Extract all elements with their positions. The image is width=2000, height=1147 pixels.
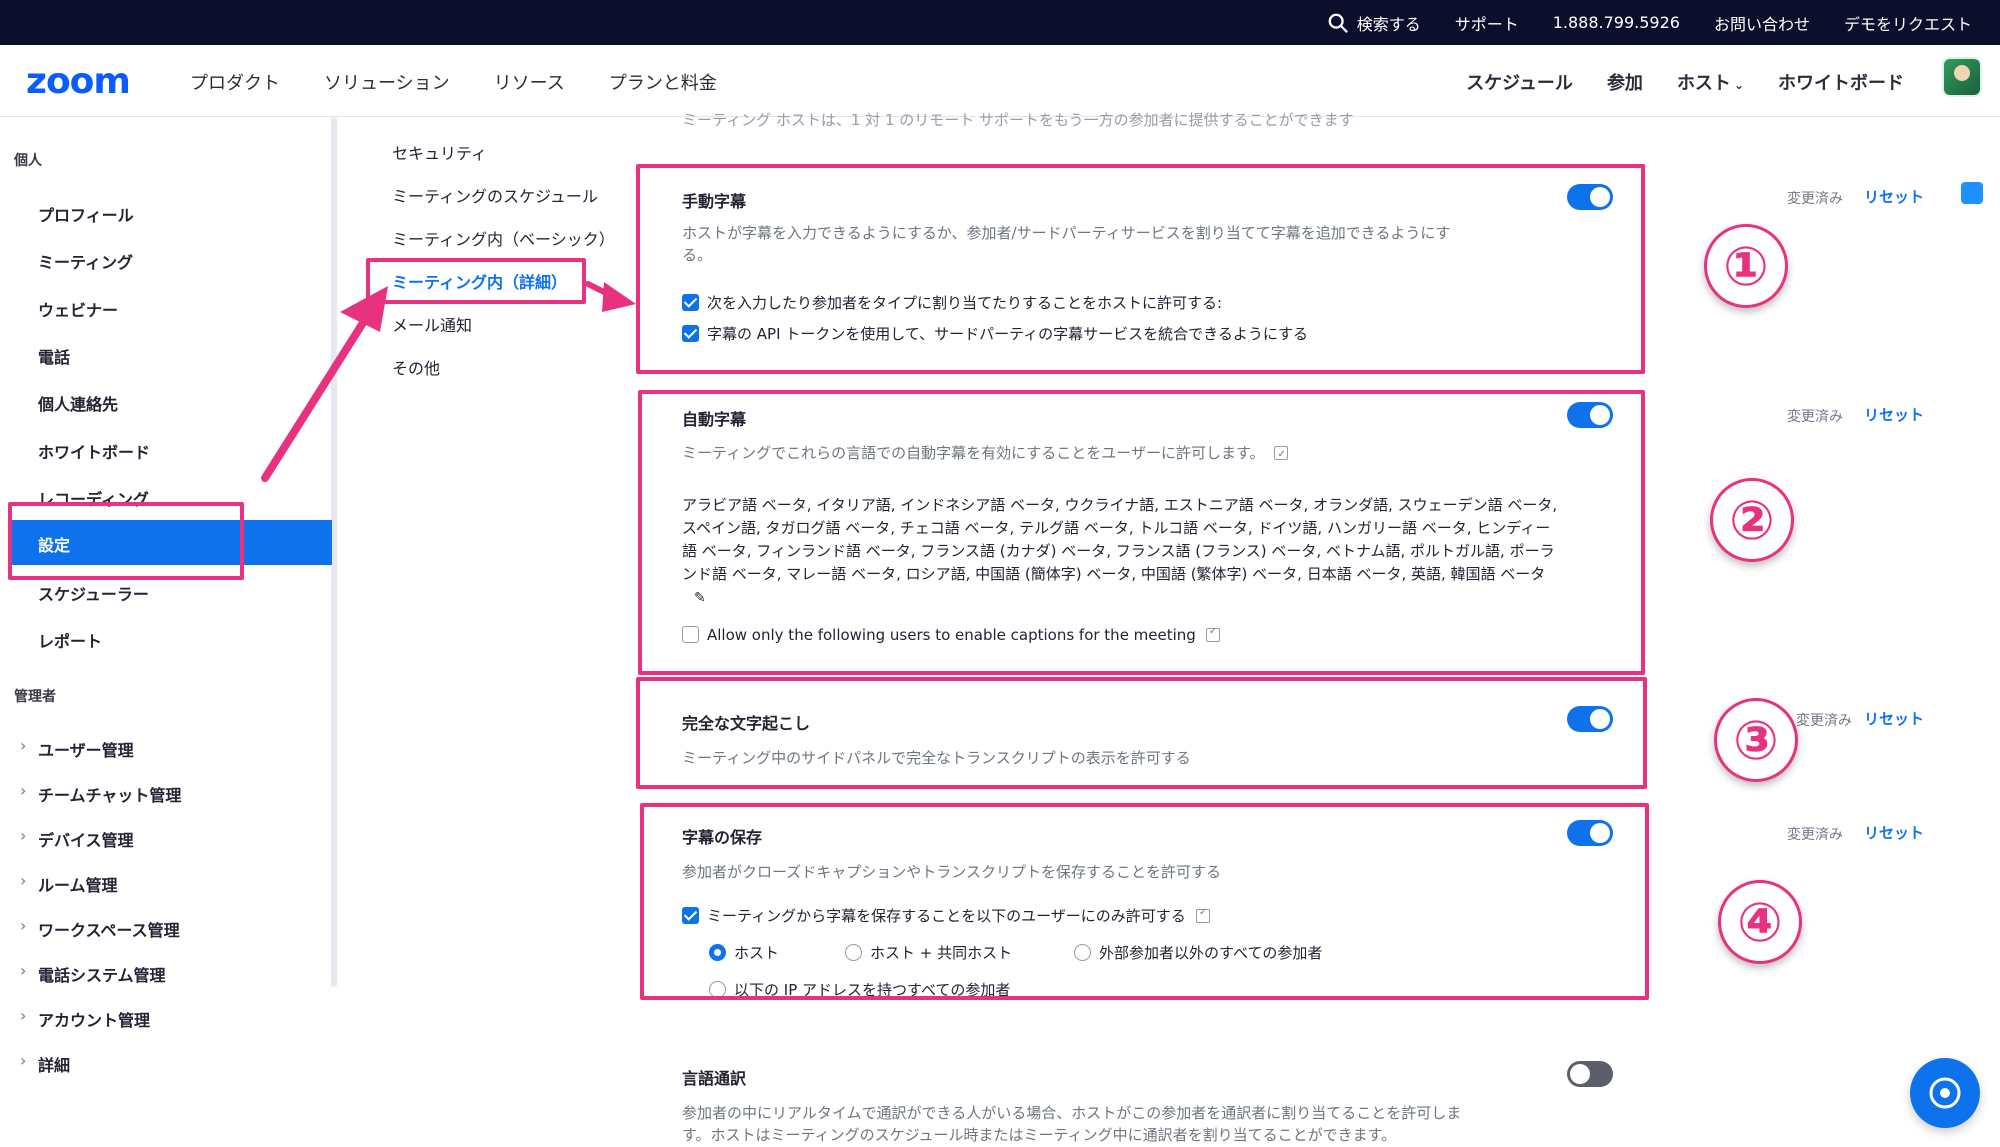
zoom-assistant-icon[interactable] xyxy=(1961,182,1983,204)
sidebar-item-scheduler[interactable]: スケジューラー xyxy=(38,581,149,605)
main-navbar: zoom プロダクト ソリューション リソース プランと料金 スケジュール 参加… xyxy=(0,45,2000,117)
highlight-box-3 xyxy=(636,677,1647,789)
annotation-1: ① xyxy=(1704,224,1788,308)
subnav-security[interactable]: セキュリティ xyxy=(392,140,652,164)
sidebar-item-user-management[interactable]: ユーザー管理 xyxy=(20,736,134,761)
reset-button[interactable]: リセット xyxy=(1864,186,1924,207)
sidebar-item-devices[interactable]: デバイス管理 xyxy=(20,826,133,851)
annotation-2: ② xyxy=(1710,478,1794,562)
setting-title: 言語通訳 xyxy=(682,1069,747,1088)
search-icon xyxy=(1328,13,1348,33)
sidebar-item-phone[interactable]: 電話 xyxy=(38,344,70,368)
sidebar-item-rooms[interactable]: ルーム管理 xyxy=(20,871,117,896)
sidebar-item-account[interactable]: アカウント管理 xyxy=(20,1006,150,1031)
demo-link[interactable]: デモをリクエスト xyxy=(1844,11,1972,35)
highlight-subnav xyxy=(366,258,586,304)
sidebar-item-whiteboard[interactable]: ホワイトボード xyxy=(38,439,150,463)
nav-whiteboard[interactable]: ホワイトボード xyxy=(1778,69,1904,95)
faded-description: ミーティング ホストは、1 対 1 のリモート サポートをもう一方の参加者に提供… xyxy=(682,111,1354,129)
nav-resources[interactable]: リソース xyxy=(494,69,565,95)
sidebar-item-reports[interactable]: レポート xyxy=(38,628,102,652)
reset-button[interactable]: リセット xyxy=(1864,822,1924,843)
nav-pricing[interactable]: プランと料金 xyxy=(609,69,717,95)
subnav-scheduling[interactable]: ミーティングのスケジュール xyxy=(392,183,652,207)
sidebar: 個人 プロフィール ミーティング ウェビナー 電話 個人連絡先 ホワイトボード … xyxy=(0,117,337,1147)
reset-button[interactable]: リセット xyxy=(1864,404,1924,425)
changed-label: 変更済み xyxy=(1787,191,1843,207)
chevron-down-icon: ⌄ xyxy=(1733,78,1744,92)
support-link[interactable]: サポート xyxy=(1455,11,1519,35)
top-utility-bar: 検索する サポート 1.888.799.5926 お問い合わせ デモをリクエスト xyxy=(0,0,2000,45)
nav-left: プロダクト ソリューション リソース プランと料金 xyxy=(190,69,717,95)
changed-label: 変更済み xyxy=(1787,409,1843,425)
sidebar-item-workspaces[interactable]: ワークスペース管理 xyxy=(20,916,180,941)
nav-schedule[interactable]: スケジュール xyxy=(1466,69,1573,95)
setting-interpretation: 言語通訳 参加者の中にリアルタイムで通訳ができる人がいる場合、ホストがこの参加者… xyxy=(682,1065,1582,1146)
sidebar-item-webinars[interactable]: ウェビナー xyxy=(38,297,118,321)
contact-link[interactable]: お問い合わせ xyxy=(1714,11,1810,35)
nav-host[interactable]: ホスト ⌄ xyxy=(1677,69,1744,95)
search-label: 検索する xyxy=(1356,14,1421,34)
highlight-box-1 xyxy=(636,164,1645,374)
annotation-3: ③ xyxy=(1714,698,1798,782)
annotation-4: ④ xyxy=(1718,880,1802,964)
sidebar-section-personal: 個人 xyxy=(14,153,42,169)
nav-join[interactable]: 参加 xyxy=(1607,69,1643,95)
avatar[interactable] xyxy=(1942,57,1982,97)
sidebar-item-meetings[interactable]: ミーティング xyxy=(38,249,133,273)
zoom-logo[interactable]: zoom xyxy=(26,61,131,102)
sidebar-item-phone-system[interactable]: 電話システム管理 xyxy=(20,961,165,986)
sidebar-item-advanced[interactable]: 詳細 xyxy=(20,1051,70,1076)
sidebar-item-team-chat[interactable]: チームチャット管理 xyxy=(20,781,181,806)
setting-description: 参加者の中にリアルタイムで通訳ができる人がいる場合、ホストがこの参加者を通訳者に… xyxy=(682,1104,1462,1144)
nav-solutions[interactable]: ソリューション xyxy=(324,69,450,95)
chat-assistant-button[interactable] xyxy=(1910,1058,1980,1128)
sidebar-item-profile[interactable]: プロフィール xyxy=(38,202,134,226)
reset-button[interactable]: リセット xyxy=(1864,708,1924,729)
subnav-email[interactable]: メール通知 xyxy=(392,312,652,336)
nav-products[interactable]: プロダクト xyxy=(190,69,280,95)
highlight-settings xyxy=(8,502,244,580)
subnav-in-meeting-basic[interactable]: ミーティング内（ベーシック） xyxy=(392,226,652,250)
nav-right: スケジュール 参加 ホスト ⌄ ホワイトボード xyxy=(1466,69,1904,95)
nav-host-label: ホスト xyxy=(1676,73,1731,94)
highlight-box-4 xyxy=(640,803,1649,1000)
subnav-other[interactable]: その他 xyxy=(392,355,652,379)
changed-label: 変更済み xyxy=(1787,827,1843,843)
sidebar-section-admin: 管理者 xyxy=(14,689,56,705)
sidebar-item-contacts[interactable]: 個人連絡先 xyxy=(38,391,118,415)
highlight-box-2 xyxy=(638,390,1645,675)
phone-link[interactable]: 1.888.799.5926 xyxy=(1553,13,1680,32)
changed-label: 変更済み xyxy=(1796,713,1852,729)
chat-icon xyxy=(1929,1077,1961,1109)
search-link[interactable]: 検索する xyxy=(1327,11,1421,35)
toggle-interpretation[interactable] xyxy=(1567,1061,1613,1087)
